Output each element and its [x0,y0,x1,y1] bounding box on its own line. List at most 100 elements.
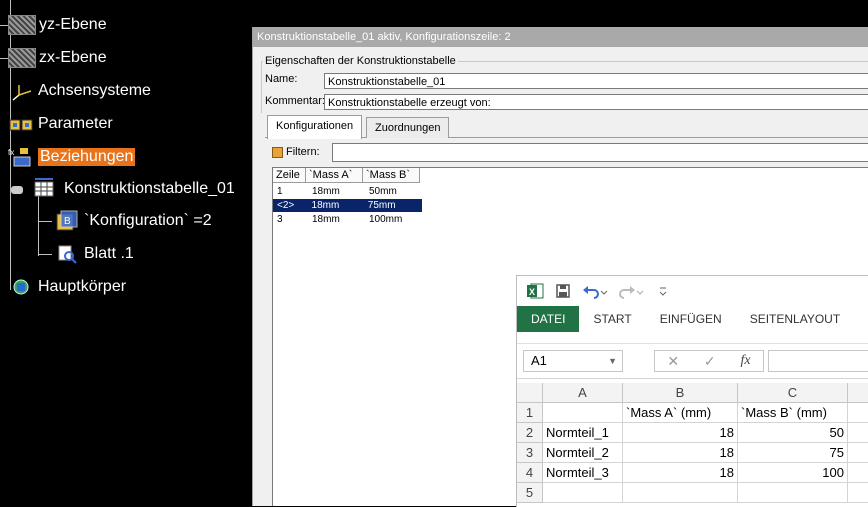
svg-text:B: B [64,216,71,227]
ribbon-tab-start[interactable]: START [579,306,645,332]
cell[interactable]: Normteil_2 [543,443,623,463]
group-title: Eigenschaften der Konstruktionstabelle [263,55,458,67]
redo-icon[interactable] [617,281,645,301]
relations-icon: fx [8,147,34,167]
name-box-value: A1 [531,353,547,368]
ribbon-tab-insert[interactable]: EINFÜGEN [646,306,736,332]
sheet-icon [54,244,80,264]
row-header[interactable]: 3 [517,443,543,463]
formula-input[interactable] [768,350,868,372]
tree-item-relations[interactable]: fx Beziehungen [8,146,136,168]
cell[interactable] [623,483,738,503]
cell-mass-b: 50mm [369,186,397,197]
tree-item-axis-systems[interactable]: Achsensysteme [8,80,151,102]
tree-item-label: Parameter [38,115,113,132]
table-row[interactable]: 3 18mm 100mm [273,213,424,226]
table-header: Zeile `Mass A` `Mass B` [273,168,420,183]
cell[interactable]: 100 [738,463,848,483]
cell[interactable] [848,403,868,423]
cell[interactable]: Normteil_3 [543,463,623,483]
name-label: Name: [265,73,298,85]
cell[interactable]: 18 [623,443,738,463]
ribbon-tab-file[interactable]: DATEI [517,306,580,332]
tab-configurations[interactable]: Konfigurationen [267,115,363,139]
cell[interactable]: `Mass B` (mm) [738,403,848,423]
specification-tree: yz-Ebene zx-Ebene Achsensysteme Paramete… [0,0,252,506]
filter-input[interactable] [332,143,868,162]
column-header-c[interactable]: C [738,383,848,403]
cell-mass-a: 18mm [312,214,340,225]
tree-item-main-body[interactable]: Hauptkörper [8,276,126,298]
name-box[interactable]: A1 ▼ [523,350,623,372]
cell[interactable] [848,483,868,503]
chevron-down-icon[interactable]: ▼ [608,351,617,371]
formula-buttons: ✕ ✓ fx [654,350,764,372]
row-header[interactable]: 2 [517,423,543,443]
ribbon-tabs: DATEI START EINFÜGEN SEITENLAYOUT FO [517,306,868,332]
tree-item-label: `Konfiguration` =2 [84,212,212,229]
name-field[interactable]: Konstruktionstabelle_01 [324,73,868,89]
cell[interactable] [543,483,623,503]
ribbon-tab-formulas[interactable]: FO [854,306,868,332]
formula-bar: A1 ▼ ✕ ✓ fx [517,343,868,379]
quick-access-toolbar: X [517,276,868,306]
cell-mass-a: 18mm [311,200,340,211]
column-header-mass-a[interactable]: `Mass A` [306,168,363,183]
tree-item-design-table[interactable]: Konstruktionstabelle_01 [8,178,235,200]
cell[interactable] [738,483,848,503]
tree-item-configuration[interactable]: B `Konfiguration` =2 [54,210,212,232]
parameters-icon [8,114,34,134]
dialog-title: Konstruktionstabelle_01 aktiv, Konfigura… [253,27,868,47]
row-header[interactable]: 1 [517,403,543,423]
cancel-icon[interactable]: ✕ [667,353,679,370]
column-header-mass-b[interactable]: `Mass B` [363,168,420,183]
cell[interactable]: 75 [738,443,848,463]
tree-connector [38,221,52,222]
body-icon [8,277,34,297]
tree-item-parameters[interactable]: Parameter [8,113,113,135]
select-all-corner[interactable] [517,383,543,403]
column-header-d[interactable] [848,383,868,403]
column-header-row[interactable]: Zeile [273,168,306,183]
tree-item-yz-plane[interactable]: yz-Ebene [8,14,107,36]
comment-field[interactable]: Konstruktionstabelle erzeugt von: [324,94,868,110]
cell[interactable]: 18 [623,463,738,483]
cell[interactable] [543,403,623,423]
cell[interactable]: Normteil_1 [543,423,623,443]
axis-system-icon [8,81,34,101]
tree-item-label: zx-Ebene [39,49,107,66]
excel-window: X DATEI START EINFÜGEN SEITENLAYOUT FO A… [516,275,868,507]
customize-toolbar-icon[interactable] [653,281,673,301]
cell[interactable] [848,463,868,483]
tree-connector [38,254,52,255]
column-header-a[interactable]: A [543,383,623,403]
insert-function-icon[interactable]: fx [740,353,750,369]
plane-icon [8,48,36,68]
undo-icon[interactable] [581,281,609,301]
cell[interactable]: `Mass A` (mm) [623,403,738,423]
column-header-b[interactable]: B [623,383,738,403]
group-frame [261,61,262,113]
tree-item-label: Achsensysteme [38,82,151,99]
cell[interactable] [848,423,868,443]
row-header[interactable]: 4 [517,463,543,483]
filter-icon [272,147,283,158]
tree-connector [10,0,11,290]
tree-item-label: Blatt .1 [84,245,134,262]
table-row-selected[interactable]: <2> 18mm 75mm [273,199,422,212]
plane-icon [8,15,36,35]
cell-mass-a: 18mm [312,186,340,197]
tree-item-sheet[interactable]: Blatt .1 [54,243,134,265]
cell[interactable]: 50 [738,423,848,443]
svg-text:fx: fx [8,148,14,157]
cell-mass-b: 75mm [367,200,396,211]
tab-assignments[interactable]: Zuordnungen [366,117,450,138]
save-icon[interactable] [553,281,573,301]
row-header[interactable]: 5 [517,483,543,503]
cell[interactable]: 18 [623,423,738,443]
cell[interactable] [848,443,868,463]
check-icon[interactable]: ✓ [704,353,716,370]
tree-item-zx-plane[interactable]: zx-Ebene [8,47,107,69]
ribbon-tab-page-layout[interactable]: SEITENLAYOUT [736,306,854,332]
table-row[interactable]: 1 18mm 50mm [273,185,424,198]
